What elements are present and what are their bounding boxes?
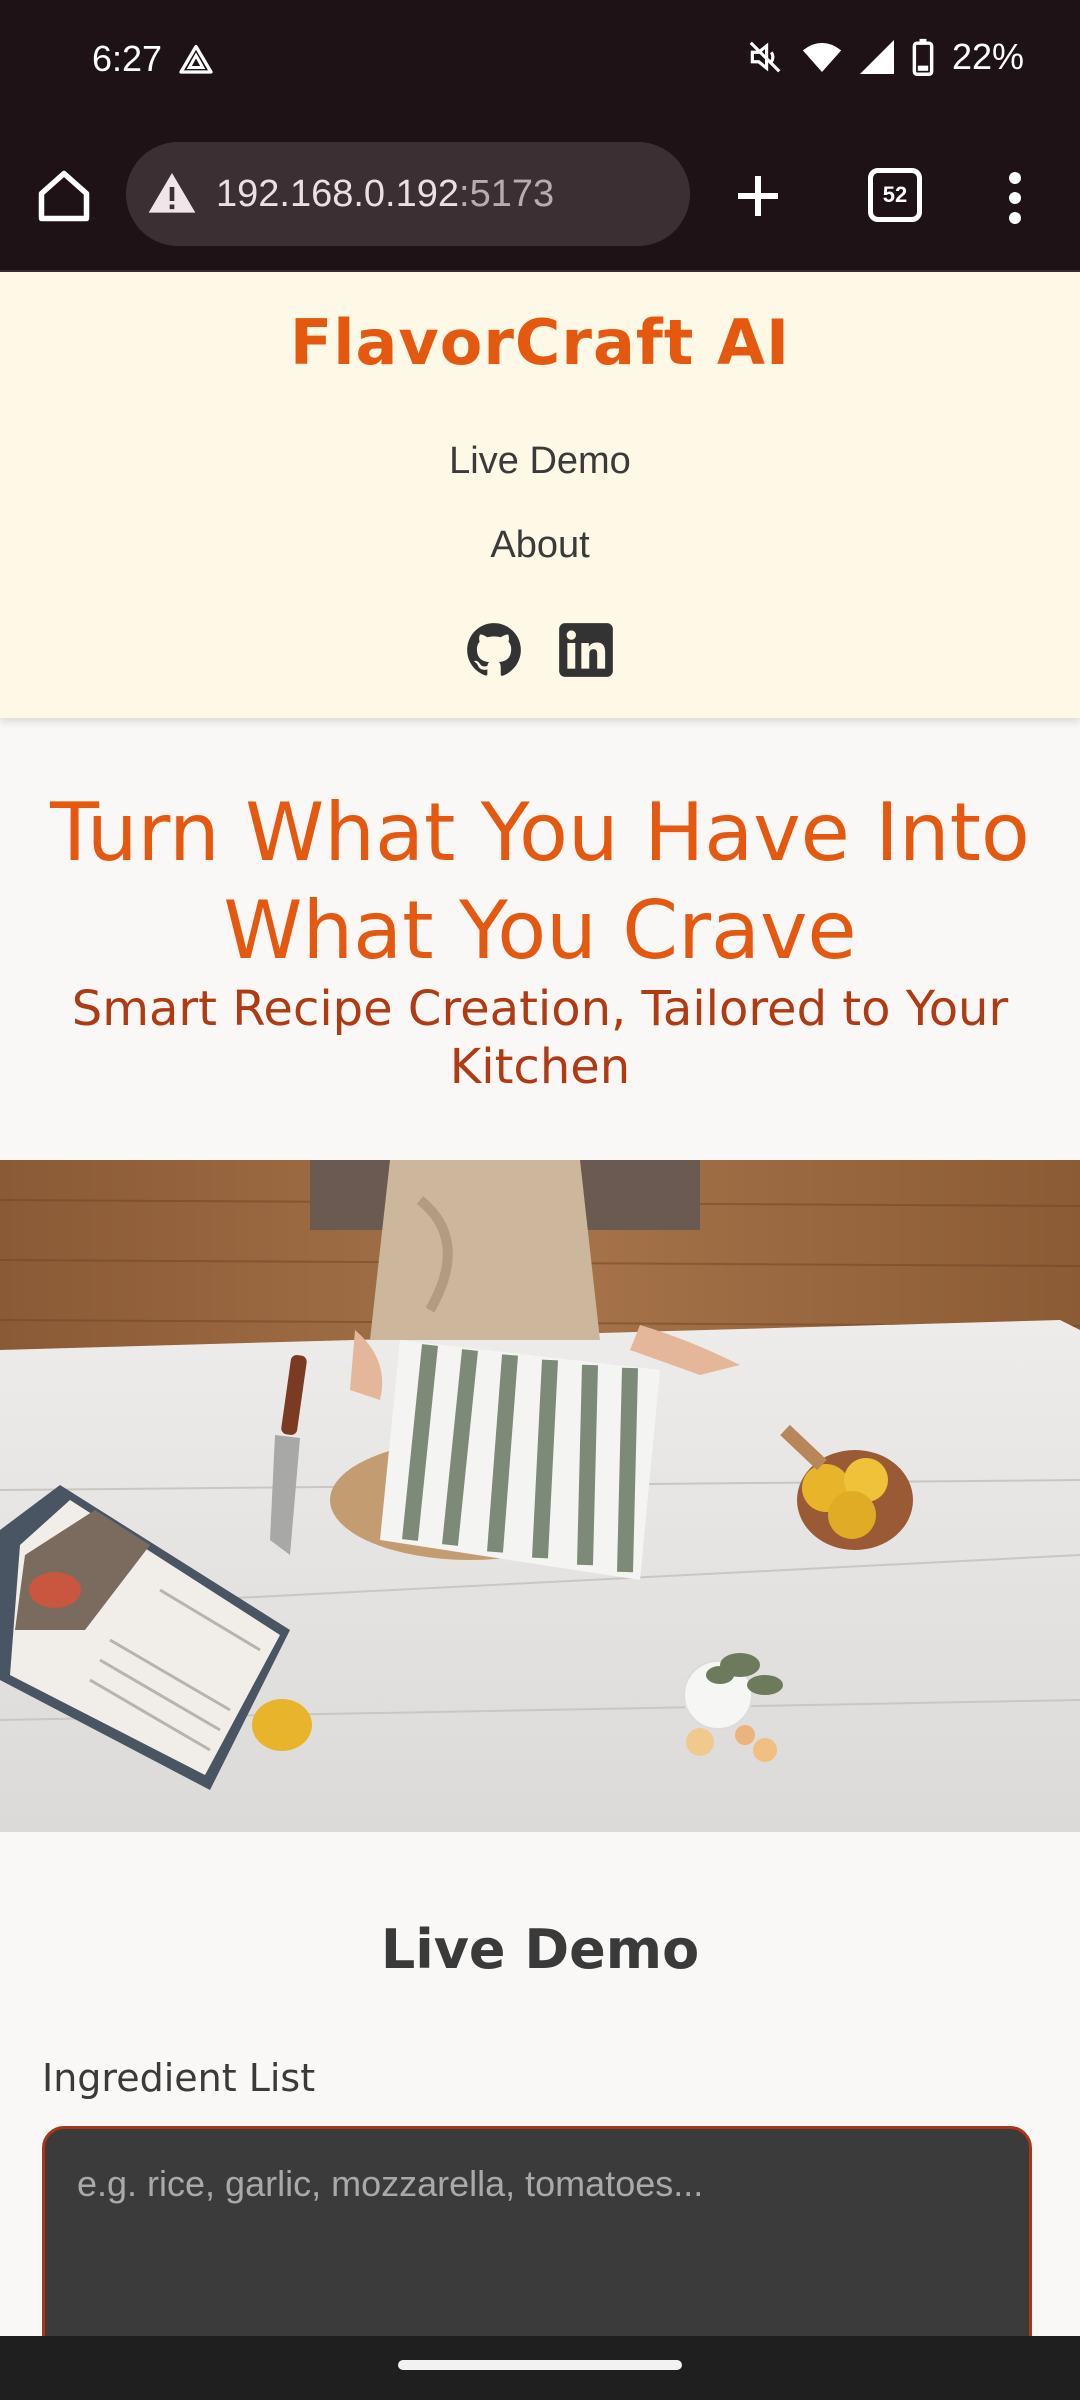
drive-icon bbox=[179, 44, 213, 74]
brand-logo[interactable]: FlavorCraft AI bbox=[0, 306, 1080, 379]
url-text[interactable]: 192.168.0.192:5173 bbox=[216, 173, 554, 216]
url-host: 192.168.0.192 bbox=[216, 172, 460, 215]
hero-subtitle: Smart Recipe Creation, Tailored to Your … bbox=[71, 981, 1009, 1095]
status-bar: 6:27 22% bbox=[0, 0, 1080, 124]
nav-about[interactable]: About bbox=[0, 524, 1080, 567]
home-icon[interactable] bbox=[34, 166, 94, 226]
warning-icon[interactable] bbox=[144, 166, 200, 222]
ingredient-list-input[interactable] bbox=[42, 2126, 1032, 2366]
hero-image bbox=[0, 1160, 1080, 1832]
demo-section-title: Live Demo bbox=[380, 1918, 700, 1981]
status-icons: 22% bbox=[746, 36, 1024, 78]
site-header: FlavorCraft AI Live Demo About bbox=[0, 272, 1080, 718]
ingredient-list-label: Ingredient List bbox=[42, 2056, 316, 2100]
hero-title: Turn What You Have Into What You Crave bbox=[50, 786, 1030, 977]
github-icon[interactable] bbox=[466, 622, 522, 678]
signal-icon bbox=[859, 40, 894, 74]
mute-icon bbox=[749, 41, 781, 73]
social-links bbox=[0, 622, 1080, 678]
menu-icon[interactable] bbox=[1000, 168, 1030, 228]
tabs-icon[interactable]: 52 bbox=[868, 168, 922, 222]
tab-count: 52 bbox=[882, 182, 908, 207]
address-bar[interactable]: 192.168.0.192:5173 bbox=[126, 142, 690, 246]
browser-toolbar: 192.168.0.192:5173 52 bbox=[0, 124, 1080, 272]
wifi-icon bbox=[802, 42, 842, 72]
battery-percent: 22% bbox=[951, 36, 1024, 77]
nav-live-demo[interactable]: Live Demo bbox=[0, 440, 1080, 483]
plus-icon[interactable] bbox=[728, 166, 788, 226]
linkedin-icon[interactable] bbox=[558, 622, 614, 678]
url-port: :5173 bbox=[459, 172, 555, 215]
battery-icon bbox=[912, 38, 934, 76]
status-time: 6:27 bbox=[92, 38, 163, 79]
gesture-handle[interactable] bbox=[398, 2360, 682, 2370]
